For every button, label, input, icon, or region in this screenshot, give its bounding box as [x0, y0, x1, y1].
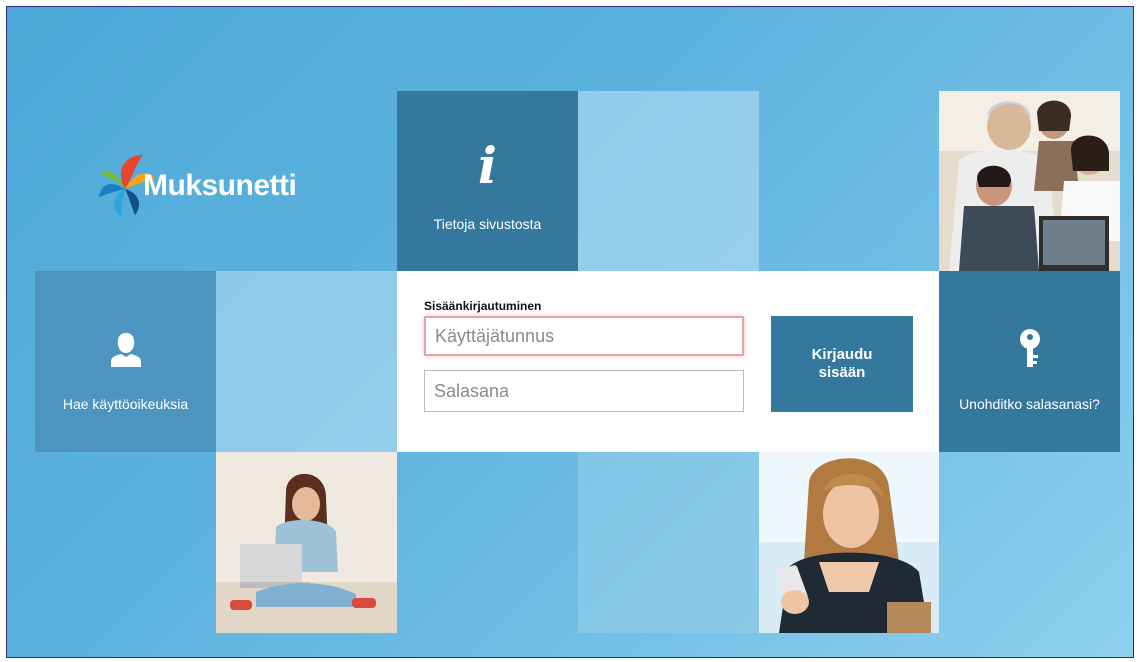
tile-about-site-label: Tietoja sivustosta	[433, 216, 542, 232]
tile-apply-rights-label: Hae käyttöoikeuksia	[62, 396, 189, 412]
tile-about-site[interactable]: i Tietoja sivustosta	[397, 91, 578, 271]
tile-apply-rights[interactable]: Hae käyttöoikeuksia	[35, 271, 216, 452]
user-icon	[110, 333, 141, 367]
key-icon	[1019, 329, 1040, 367]
tile-forgot-password-label: Unohditko salasanasi?	[959, 396, 1100, 412]
tile-forgot-password[interactable]: Unohditko salasanasi?	[939, 271, 1120, 452]
students-laptop-photo	[939, 91, 1120, 271]
decor-tile	[216, 271, 397, 452]
logo-text: Muksunetti	[143, 169, 297, 202]
login-button[interactable]: Kirjaudu sisään	[771, 316, 913, 412]
login-panel: Sisäänkirjautuminen Kirjaudu sisään	[397, 271, 939, 452]
decor-tile	[578, 91, 759, 271]
muksunetti-logo: Muksunetti	[95, 149, 355, 229]
girl-phone-photo	[759, 452, 939, 633]
info-icon: i	[478, 136, 497, 195]
password-input[interactable]	[424, 370, 744, 412]
login-heading: Sisäänkirjautuminen	[424, 299, 542, 313]
login-page: Muksunetti i Tietoja sivustosta Hae käyt…	[6, 6, 1134, 658]
username-input[interactable]	[424, 316, 744, 356]
decor-tile	[578, 452, 759, 633]
girl-laptop-photo	[216, 452, 397, 633]
